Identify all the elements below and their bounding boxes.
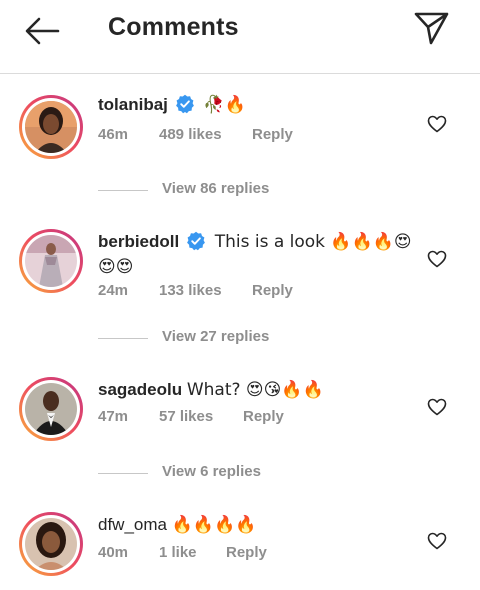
comment-likes[interactable]: 1 like <box>159 544 197 561</box>
avatar[interactable] <box>19 377 83 441</box>
comment-text: berbiedoll This is a look 🔥🔥🔥😍 😍😍 <box>98 229 418 280</box>
comment-text: dfw_oma 🔥🔥🔥🔥 <box>98 512 418 538</box>
comment-username[interactable]: berbiedoll <box>98 232 179 251</box>
view-replies-line <box>98 190 148 191</box>
avatar-photo <box>25 518 77 570</box>
comment-body: 🔥🔥🔥🔥 <box>171 515 257 535</box>
header-bar: Comments <box>0 0 480 74</box>
comment-likes[interactable]: 133 likes <box>159 282 222 299</box>
comment-time: 47m <box>98 408 129 425</box>
comment-time: 46m <box>98 126 129 143</box>
comment-username[interactable]: tolanibaj <box>98 95 168 114</box>
avatar-photo <box>25 101 77 153</box>
like-heart-icon[interactable] <box>427 115 447 133</box>
like-heart-icon[interactable] <box>427 532 447 550</box>
page-title: Comments <box>108 13 239 41</box>
view-replies-label: View 6 replies <box>162 463 261 480</box>
view-replies-label: View 86 replies <box>162 180 270 197</box>
comment-username[interactable]: dfw_oma <box>98 515 167 534</box>
avatar-border <box>22 515 80 573</box>
reply-button[interactable]: Reply <box>226 544 267 561</box>
comment-username[interactable]: sagadeolu <box>98 380 182 399</box>
paper-plane-icon <box>414 12 449 45</box>
avatar-border <box>22 380 80 438</box>
reply-button[interactable]: Reply <box>243 408 284 425</box>
reply-button[interactable]: Reply <box>252 126 293 143</box>
avatar[interactable] <box>19 229 83 293</box>
verified-badge-icon <box>187 231 205 251</box>
reply-button[interactable]: Reply <box>252 282 293 299</box>
comment-text: tolanibaj 🥀🔥 <box>98 92 418 118</box>
comment-time: 24m <box>98 282 129 299</box>
avatar-photo <box>25 383 77 435</box>
like-heart-icon[interactable] <box>427 398 447 416</box>
comment-likes[interactable]: 489 likes <box>159 126 222 143</box>
arrow-left-icon <box>25 17 60 45</box>
avatar-border <box>22 232 80 290</box>
view-replies-line <box>98 473 148 474</box>
avatar-photo <box>25 235 77 287</box>
view-replies-label: View 27 replies <box>162 328 270 345</box>
comment-body: 🥀🔥 <box>203 95 246 115</box>
verified-badge-icon <box>175 94 194 114</box>
like-heart-icon[interactable] <box>427 250 447 268</box>
comment-body-continued: 😍😍 <box>98 257 134 277</box>
share-button[interactable] <box>412 10 450 46</box>
avatar-border <box>22 98 80 156</box>
comment-text: sagadeolu What? 😍😘🔥🔥 <box>98 377 418 403</box>
avatar[interactable] <box>19 95 83 159</box>
back-button[interactable] <box>22 12 62 48</box>
comment-likes[interactable]: 57 likes <box>159 408 213 425</box>
view-replies-line <box>98 338 148 339</box>
comment-body: This is a look 🔥🔥🔥😍 <box>214 232 412 252</box>
comment-time: 40m <box>98 544 129 561</box>
avatar[interactable] <box>19 512 83 576</box>
comment-body: What? 😍😘🔥🔥 <box>186 380 324 400</box>
